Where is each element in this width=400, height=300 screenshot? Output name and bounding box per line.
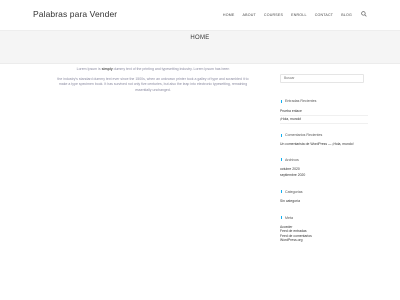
widget-title: Categorías [280,189,368,195]
widget-title: Meta [280,215,368,221]
nav-item-enroll[interactable]: ENROLL [287,13,311,17]
nav-item-blog[interactable]: BLOG [337,13,356,17]
page-title: HOME [190,35,210,41]
site-title[interactable]: Palabras para Vender [33,9,117,19]
widget-meta: Meta Acceder Feed de entradas Feed de co… [280,215,368,243]
recent-post-item[interactable]: ¡Hola, mundo! [280,116,368,125]
recent-comment-item[interactable]: Un comentarista de WordPress — ¡Hola, mu… [280,142,368,147]
nav-item-about[interactable]: ABOUT [239,13,260,17]
main-nav: HOME ABOUT COURSES ENROLL CONTACT BLOG [219,11,369,19]
widget-title: Entradas Recientes [280,98,368,104]
search-icon[interactable] [361,11,369,19]
paragraph-2: the industry's standard dummy text ever … [57,76,249,92]
paragraph-1-post: dummy text of the printing and typesetti… [112,67,230,71]
paragraph-1-bold: simply [101,67,113,71]
widget-title: Archivos [280,157,368,163]
nav-item-courses[interactable]: COURSES [260,13,287,17]
nav-item-home[interactable]: HOME [219,13,239,17]
widget-recent-comments: Comentarios Recientes Un comentarista de… [280,132,368,147]
archive-item[interactable]: septiembre 2020 [280,173,368,178]
meta-item[interactable]: WordPress.org [280,238,368,243]
paragraph-1-pre: Lorem Ipsum is [76,67,102,71]
paragraph-1: Lorem Ipsum is simply dummy text of the … [53,67,253,73]
widget-categories: Categorías Sin categoría [280,189,368,204]
post-content: Lorem Ipsum is simply dummy text of the … [53,67,253,97]
sidebar: Entradas Recientes Prueba enlace ¡Hola, … [280,66,368,300]
sidebar-search-input[interactable] [280,73,364,83]
widget-title: Comentarios Recientes [280,132,368,138]
widget-recent-posts: Entradas Recientes Prueba enlace ¡Hola, … [280,98,368,125]
widget-archives: Archivos octubre 2020 septiembre 2020 [280,157,368,178]
archive-item[interactable]: octubre 2020 [280,167,368,172]
category-item[interactable]: Sin categoría [280,199,368,204]
site-header: Palabras para Vender HOME ABOUT COURSES … [0,0,400,31]
recent-post-item[interactable]: Prueba enlace [280,107,368,116]
nav-item-contact[interactable]: CONTACT [311,13,338,17]
main-content: Lorem Ipsum is simply dummy text of the … [33,63,265,300]
